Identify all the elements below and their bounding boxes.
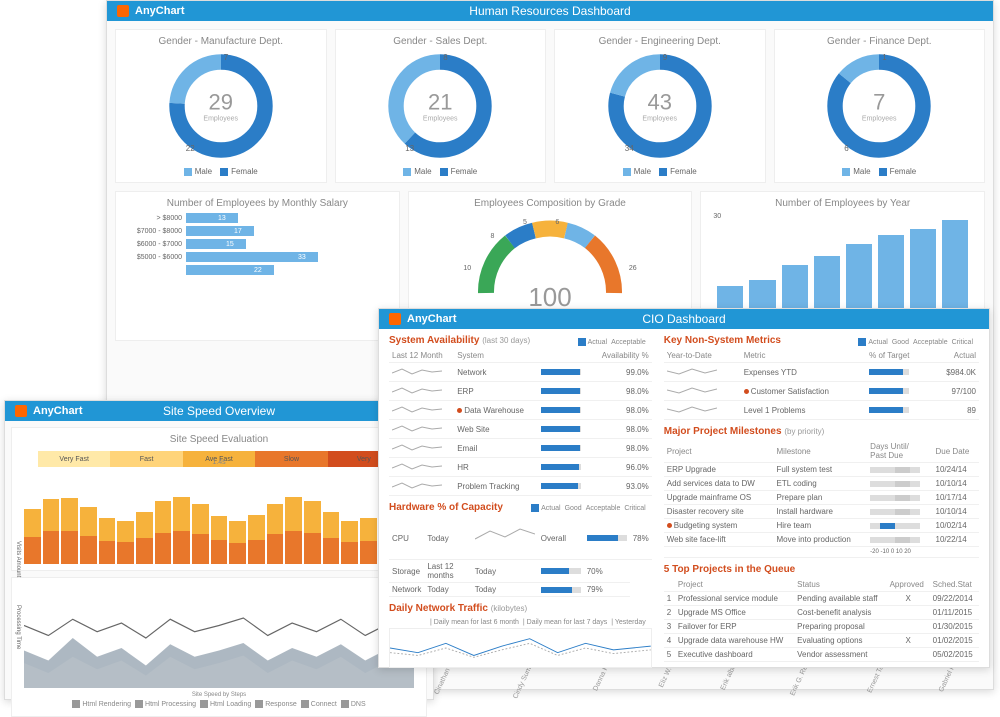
metrics-table: Year-to-DateMetric% of TargetActual Expe… [664,349,979,420]
milestone-row: ERP UpgradeFull system test10/24/14 [664,463,979,477]
cio-title: CIO Dashboard [379,312,989,326]
salary-row: > $800013 [122,213,393,223]
salary-title: Number of Employees by Monthly Salary [122,198,393,209]
gender-charts-row: Gender - Manufacture Dept. 7 22 29Employ… [107,21,993,191]
traffic-spark[interactable] [389,628,652,668]
queue-row: 1Professional service modulePending avai… [664,592,979,606]
speed-bar-chart[interactable] [18,474,420,564]
steps-card: Site Speed by Steps Html RenderingHtml P… [11,577,427,717]
milestone-row: Add services data to DWETL coding10/10/1… [664,477,979,491]
metrics-title: Key Non-System Metrics [664,335,781,346]
speed-col [360,518,377,564]
sparkline-icon [392,403,442,415]
avail-row: Network99.0% [389,363,652,382]
speed-col [24,509,41,564]
avail-row: ERP98.0% [389,382,652,401]
sparkline-icon [392,479,442,491]
sparkline-icon [392,365,442,377]
speed-col [43,499,60,564]
speed-col [248,515,265,564]
avail-row: HR96.0% [389,458,652,477]
by-year-title: Number of Employees by Year [707,198,978,209]
traffic-title: Daily Network Traffic [389,603,488,614]
speed-ylabel: Visits Amount [15,541,21,577]
eval-title: Site Speed Evaluation [18,434,420,445]
avail-row: Problem Tracking93.0% [389,477,652,496]
speed-col [136,512,153,564]
sparkline-icon [392,460,442,472]
salary-row: 22 [122,265,393,275]
speed-col [267,504,284,564]
avail-title: System Availability (last 30 days) [389,335,530,346]
speed-col [229,521,246,564]
queue-title: 5 Top Projects in the Queue [664,564,979,575]
sparkline-icon [392,422,442,434]
salary-row: $5000 - $600033 [122,252,393,262]
cio-dashboard: AnyChart CIO Dashboard System Availabili… [378,308,990,668]
avail-row: Web Site98.0% [389,420,652,439]
avail-row: Data Warehouse98.0% [389,401,652,420]
hr-title: Human Resources Dashboard [107,4,993,18]
hw-title: Hardware % of Capacity [389,502,503,514]
milestone-row: Web site face-liftMove into production10… [664,533,979,547]
year-col [910,229,936,310]
year-col [717,286,743,310]
speed-col [99,518,116,564]
year-col [846,244,872,310]
composition-title: Employees Composition by Grade [415,198,686,209]
queue-row: 2Upgrade MS OfficeCost-benefit analysis0… [664,606,979,620]
year-col [782,265,808,310]
metric-row: Level 1 Problems89 [664,401,979,420]
speed-header: AnyChart Site Speed Overview [5,401,433,421]
speed-col [117,521,134,564]
milestone-row: Budgeting systemHire team10/02/14 [664,519,979,533]
salary-chart[interactable]: Number of Employees by Monthly Salary > … [115,191,400,341]
gender-card[interactable]: Gender - Engineering Dept. 9 34 43Employ… [554,29,766,183]
sparkline-icon [392,384,442,396]
cio-header: AnyChart CIO Dashboard [379,309,989,329]
year-col [878,235,904,310]
milestones-title: Major Project Milestones [664,426,782,437]
queue-table: ProjectStatusApprovedSched.Stat 1Profess… [664,578,979,662]
speed-col [155,501,172,564]
queue-row: 4Upgrade data warehouse HWEvaluating opt… [664,634,979,648]
queue-row: 3Failover for ERPPreparing proposal01/30… [664,620,979,634]
steps-legend: Html RenderingHtml ProcessingHtml Loadin… [18,698,420,710]
year-col [942,220,968,310]
milestone-row: Disaster recovery siteInstall hardware10… [664,505,979,519]
speed-col [211,516,228,564]
queue-row: 5Executive dashboardVendor assessment05/… [664,648,979,662]
speed-col [192,504,209,564]
speed-dashboard: AnyChart Site Speed Overview Site Speed … [4,400,434,700]
salary-row: $6000 - $700015 [122,239,393,249]
speed-col [341,521,358,564]
speed-col [323,512,340,564]
year-col [749,280,775,310]
availability-table: Last 12 MonthSystemAvailability % Networ… [389,349,652,496]
eval-marker: 1.4s [212,459,225,466]
speed-col [80,507,97,564]
gender-card[interactable]: Gender - Sales Dept. 8 13 21Employees Ma… [335,29,547,183]
hr-header: AnyChart Human Resources Dashboard [107,1,993,21]
metric-row: Expenses YTD$984.0K [664,363,979,382]
speed-col [285,497,302,564]
steps-ylabel: Processing Time [15,605,21,649]
sparkline-icon [392,441,442,453]
hardware-table: CPUTodayOverall78%StorageLast 12 monthsT… [389,517,652,597]
gender-card[interactable]: Gender - Manufacture Dept. 7 22 29Employ… [115,29,327,183]
salary-row: $7000 - $800017 [122,226,393,236]
speed-title: Site Speed Overview [5,404,433,418]
milestone-row: Upgrade mainframe OSPrepare plan10/17/14 [664,491,979,505]
speed-col [61,498,78,564]
area-chart[interactable] [24,588,414,688]
speed-col [304,501,321,564]
milestones-table: ProjectMilestoneDays Until/ Past DueDue … [664,440,979,558]
avail-row: Email98.0% [389,439,652,458]
speed-col [173,497,190,564]
traffic-legend: | Daily mean for last 6 month| Daily mea… [389,617,652,628]
gender-card[interactable]: Gender - Finance Dept. 1 6 7Employees Ma… [774,29,986,183]
metric-row: Customer Satisfaction97/100 [664,382,979,401]
speed-eval-card: Site Speed Evaluation Very FastFastAve F… [11,427,427,571]
year-col [814,256,840,310]
